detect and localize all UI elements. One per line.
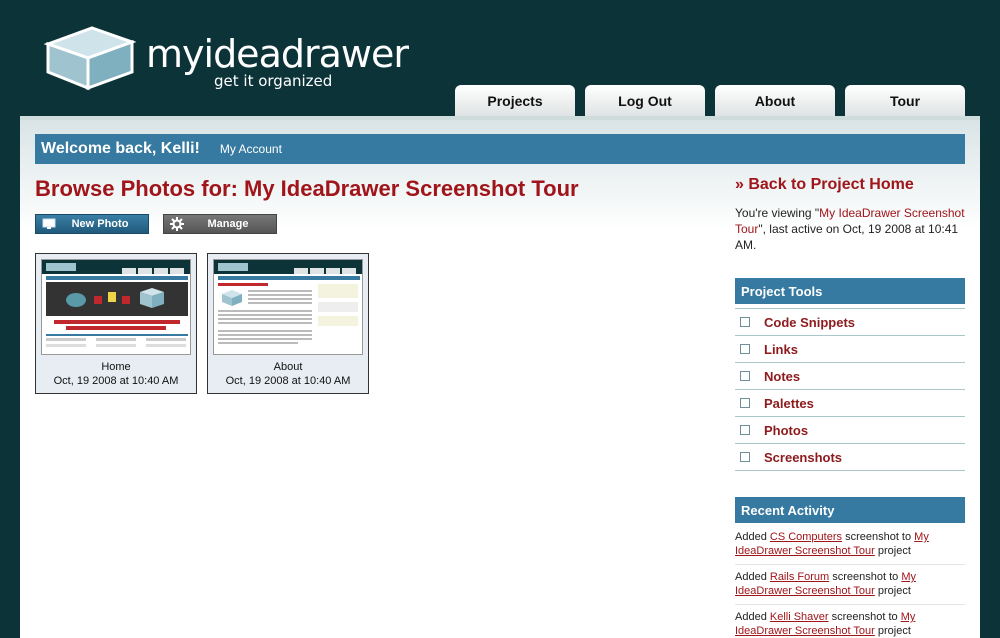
activity-prefix: Added [735,531,770,543]
recent-activity-list: Added CS Computers screenshot to My Idea… [735,530,965,638]
tool-palettes[interactable]: Palettes [735,390,965,417]
new-photo-label: New Photo [71,218,129,230]
tool-label: Notes [764,368,801,384]
activity-item-link[interactable]: Kelli Shaver [770,611,829,623]
project-tools-heading: Project Tools [735,278,965,304]
viewing-suffix: ", last active on Oct, 19 2008 at 10:41 … [735,222,959,252]
recent-activity-heading: Recent Activity [735,497,965,523]
tool-photos[interactable]: Photos [735,417,965,444]
project-tools-list: Code Snippets Links Notes Palettes Photo… [735,308,965,471]
manage-label: Manage [207,218,249,230]
activity-middle: screenshot to [842,531,915,543]
activity-suffix: project [874,585,911,597]
tool-label: Screenshots [764,449,843,465]
tool-notes[interactable]: Notes [735,363,965,390]
tool-links[interactable]: Links [735,336,965,363]
photo-date: Oct, 19 2008 at 10:40 AM [53,375,179,387]
tool-code-snippets[interactable]: Code Snippets [735,309,965,336]
photo-card-about[interactable]: About Oct, 19 2008 at 10:40 AM [207,253,369,394]
photo-thumbnail-about[interactable] [213,259,363,355]
activity-item-link[interactable]: Rails Forum [770,571,829,583]
photo-card-home[interactable]: Home Oct, 19 2008 at 10:40 AM [35,253,197,394]
monitor-icon [40,217,58,231]
tool-label: Code Snippets [764,314,856,330]
activity-item-link[interactable]: CS Computers [770,531,842,543]
activity-middle: screenshot to [828,611,901,623]
tab-about[interactable]: About [715,85,835,116]
tab-tour[interactable]: Tour [845,85,965,116]
activity-item: Added Kelli Shaver screenshot to My Idea… [735,610,965,638]
brand-tagline: get it organized [214,72,333,90]
checkbox-icon [740,425,750,435]
activity-item: Added CS Computers screenshot to My Idea… [735,530,965,565]
brand-name[interactable]: myideadrawer [146,34,409,74]
tab-projects[interactable]: Projects [455,85,575,116]
photo-date: Oct, 19 2008 at 10:40 AM [225,375,351,387]
project-viewing-info: You're viewing "My IdeaDrawer Screenshot… [735,205,965,253]
drawer-logo-icon[interactable] [44,22,136,92]
site-header: myideadrawer get it organized Projects L… [0,0,1000,116]
back-to-project-link[interactable]: » Back to Project Home [735,176,914,194]
welcome-bar: Welcome back, Kelli! My Account [35,134,965,164]
tool-label: Photos [764,422,809,438]
main-nav: Projects Log Out About Tour [455,85,965,116]
checkbox-icon [740,344,750,354]
activity-suffix: project [874,625,911,637]
activity-item: Added Rails Forum screenshot to My IdeaD… [735,570,965,605]
checkbox-icon [740,452,750,462]
tool-screenshots[interactable]: Screenshots [735,444,965,471]
photo-name: About [273,361,303,373]
checkbox-icon [740,398,750,408]
tab-log-out[interactable]: Log Out [585,85,705,116]
tool-label: Palettes [764,395,814,411]
checkbox-icon [740,371,750,381]
manage-button[interactable]: Manage [163,214,277,234]
activity-prefix: Added [735,571,770,583]
welcome-message: Welcome back, Kelli! [41,140,200,157]
page-title: Browse Photos for: My IdeaDrawer Screens… [35,176,579,201]
content-panel: Welcome back, Kelli! My Account Browse P… [20,116,980,638]
viewing-prefix: You're viewing " [735,206,820,220]
my-account-link[interactable]: My Account [220,142,282,156]
gear-icon [168,217,186,231]
checkbox-icon [740,317,750,327]
activity-suffix: project [874,545,911,557]
photo-thumbnail-home[interactable] [41,259,191,355]
tool-label: Links [764,341,798,357]
new-photo-button[interactable]: New Photo [35,214,149,234]
activity-middle: screenshot to [829,571,902,583]
activity-prefix: Added [735,611,770,623]
photo-name: Home [101,361,131,373]
